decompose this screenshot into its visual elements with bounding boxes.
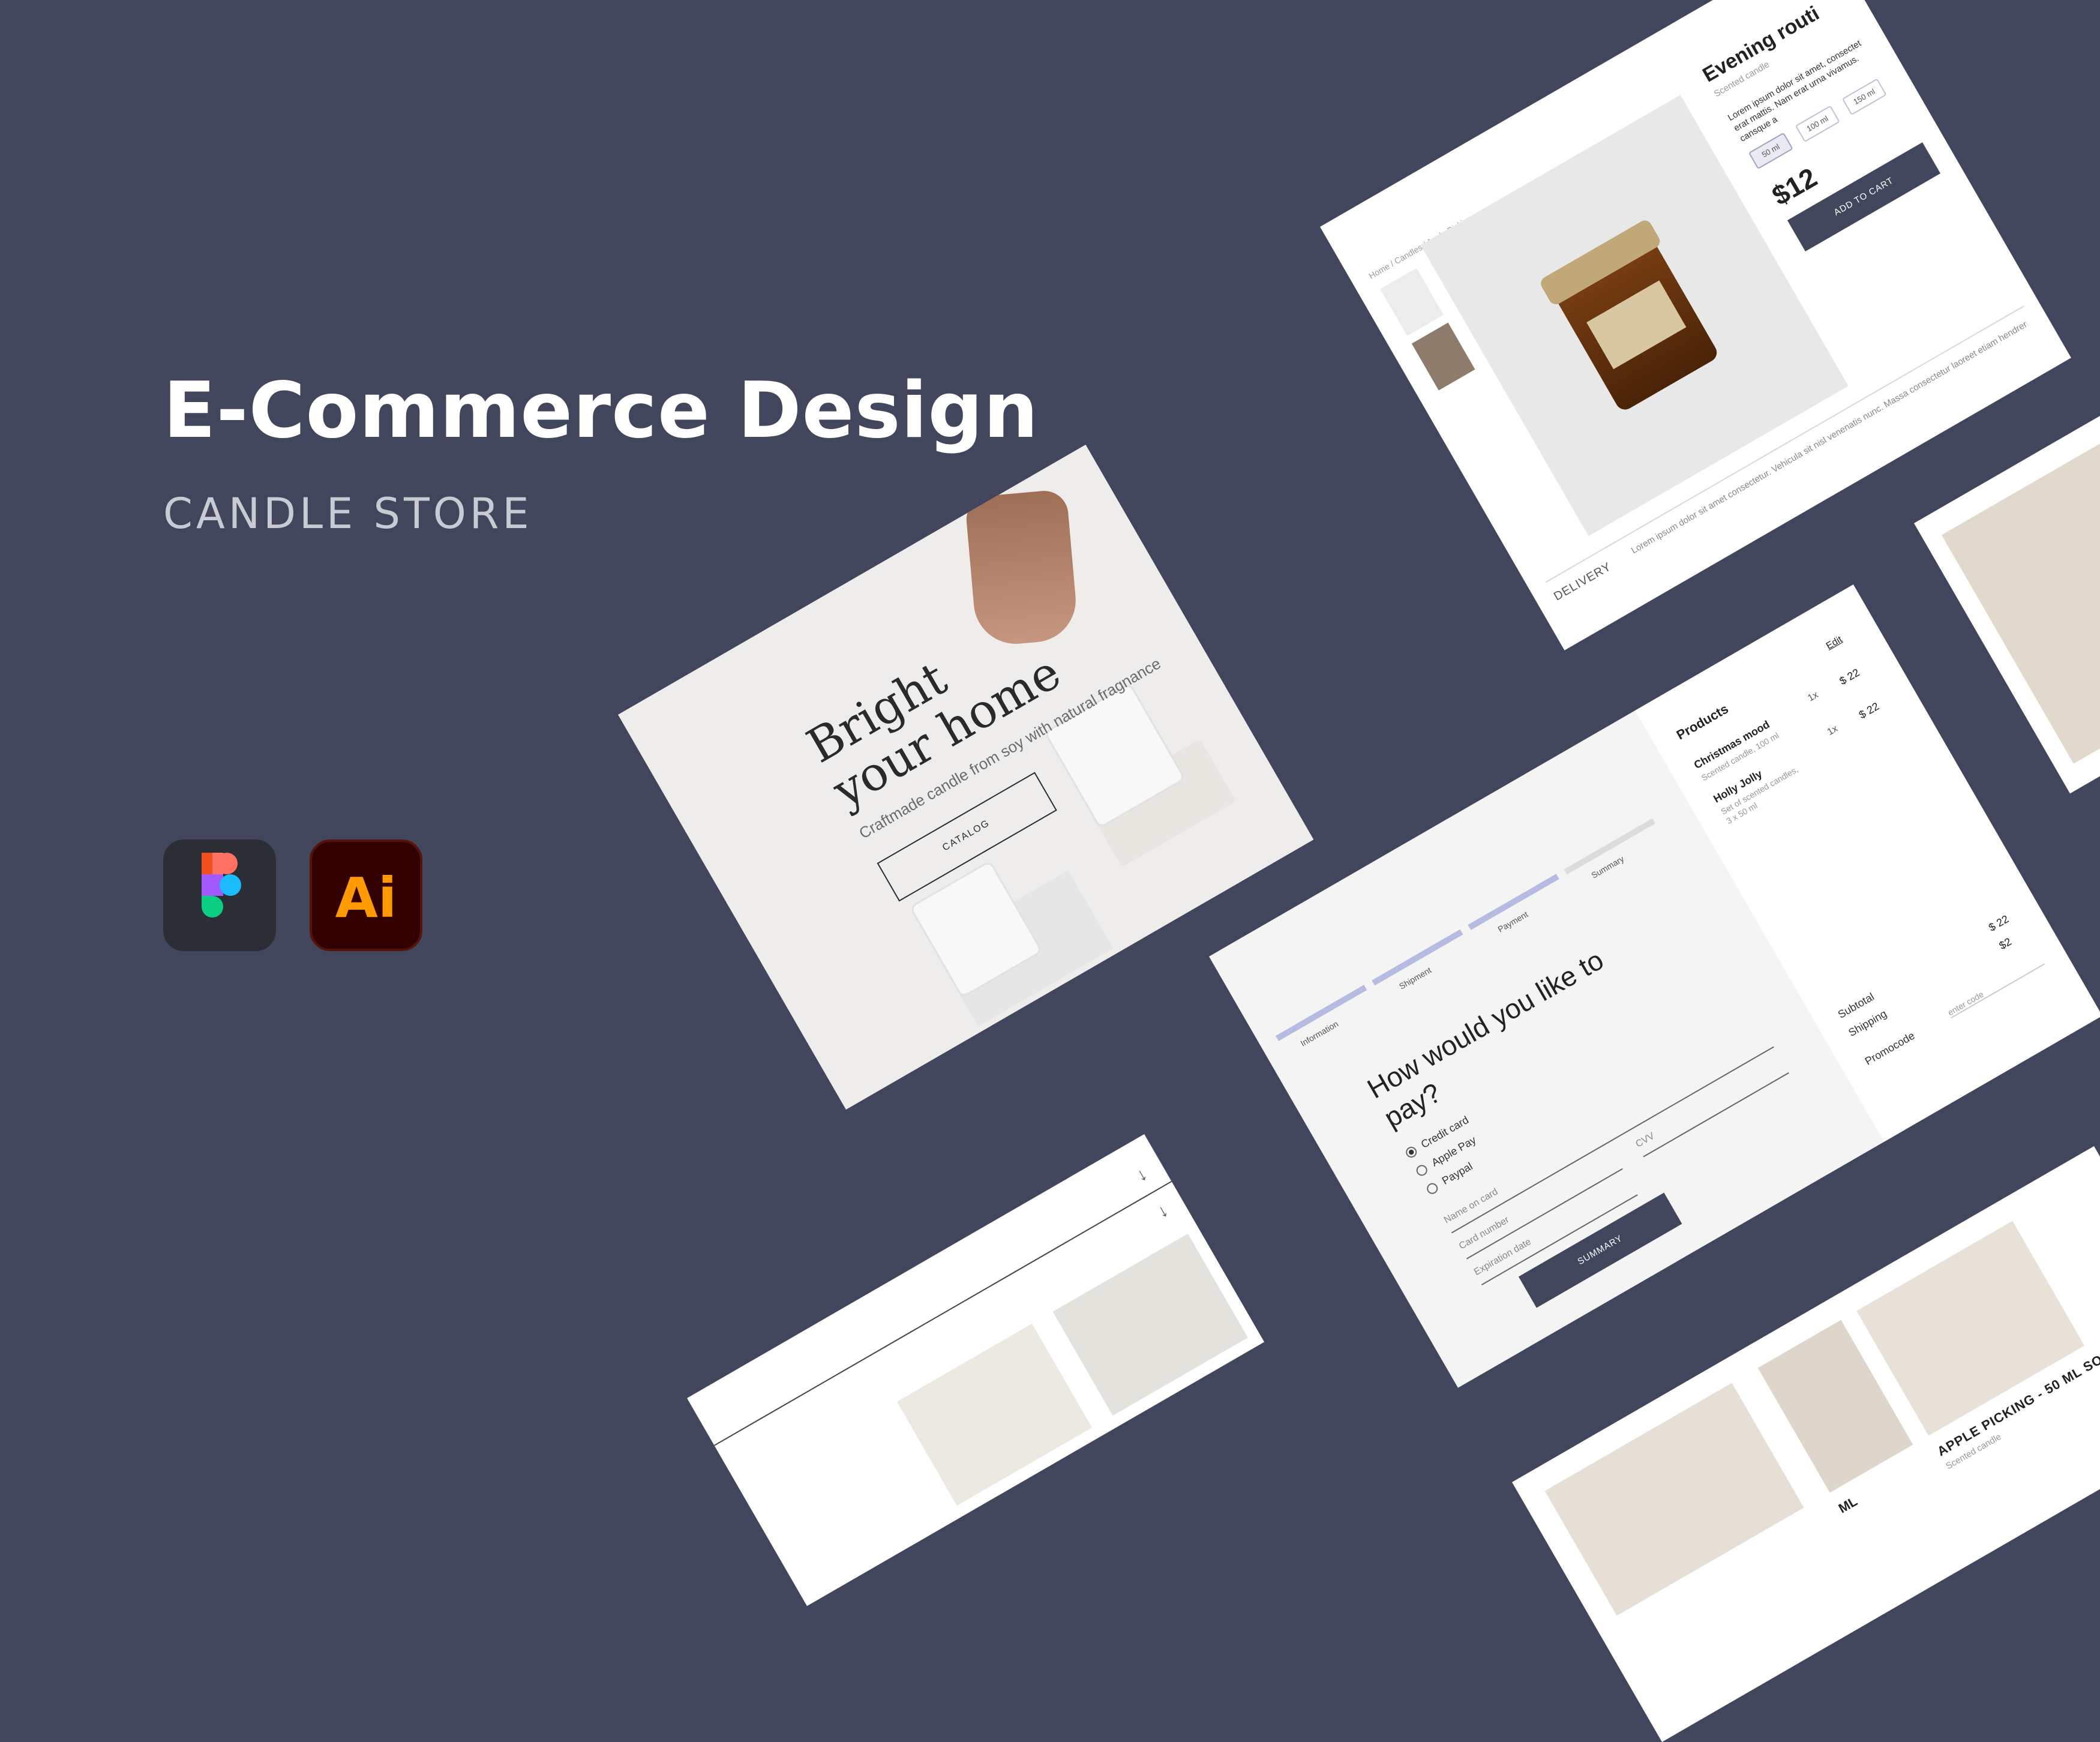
listing-board: ↓ ↓ [687, 1134, 1265, 1606]
promocode-label: Promocode [1862, 1029, 1917, 1068]
product-thumbnail[interactable] [1411, 322, 1475, 391]
delivery-accordion[interactable]: DELIVERY [1552, 560, 1614, 604]
summary-item-price: $ 22 [1856, 700, 1882, 721]
hero-board: Bright your home Craftmade candle from s… [618, 445, 1314, 1110]
product-card-title-partial: ML [1835, 1493, 1860, 1516]
product-photo[interactable] [1544, 1383, 1804, 1616]
radio-selected-icon[interactable] [1404, 1144, 1419, 1160]
radio-icon[interactable] [1425, 1181, 1440, 1197]
arrow-down-icon[interactable]: ↓ [1154, 1200, 1172, 1222]
step-payment[interactable]: Payment [1496, 909, 1530, 934]
arrow-down-icon[interactable]: ↓ [1133, 1164, 1151, 1186]
product-image [1420, 95, 1849, 536]
product-photo[interactable] [1856, 1221, 2085, 1436]
illustrator-label: Ai [335, 866, 397, 930]
page-title: E-Commerce Design [163, 366, 1039, 455]
figma-icon [163, 839, 276, 951]
summary-item-qty: 1x [1825, 723, 1840, 737]
summary-item-price: $ 22 [1837, 666, 1862, 688]
summary-heading: Products [1673, 701, 1731, 743]
product-photo[interactable] [1052, 1233, 1248, 1416]
promocode-input[interactable]: enter code [1946, 955, 2045, 1019]
product-thumbnail[interactable] [1380, 268, 1444, 336]
illustrator-icon: Ai [310, 839, 422, 951]
summary-item-qty: 1x [1806, 689, 1820, 704]
add-to-cart-button[interactable]: ADD TO CART [1787, 142, 1941, 252]
subtotal-value: $ 22 [1986, 913, 2011, 934]
payment-option-label: Paypal [1439, 1160, 1475, 1187]
shipping-value: $2 [1997, 935, 2014, 952]
radio-icon[interactable] [1414, 1163, 1430, 1178]
side-card-board [1914, 397, 2100, 794]
product-photo[interactable] [1941, 427, 2100, 764]
page-subtitle: CANDLE STORE [163, 489, 533, 538]
edit-link[interactable]: Edit [1825, 634, 1844, 652]
product-photo[interactable] [896, 1323, 1092, 1506]
